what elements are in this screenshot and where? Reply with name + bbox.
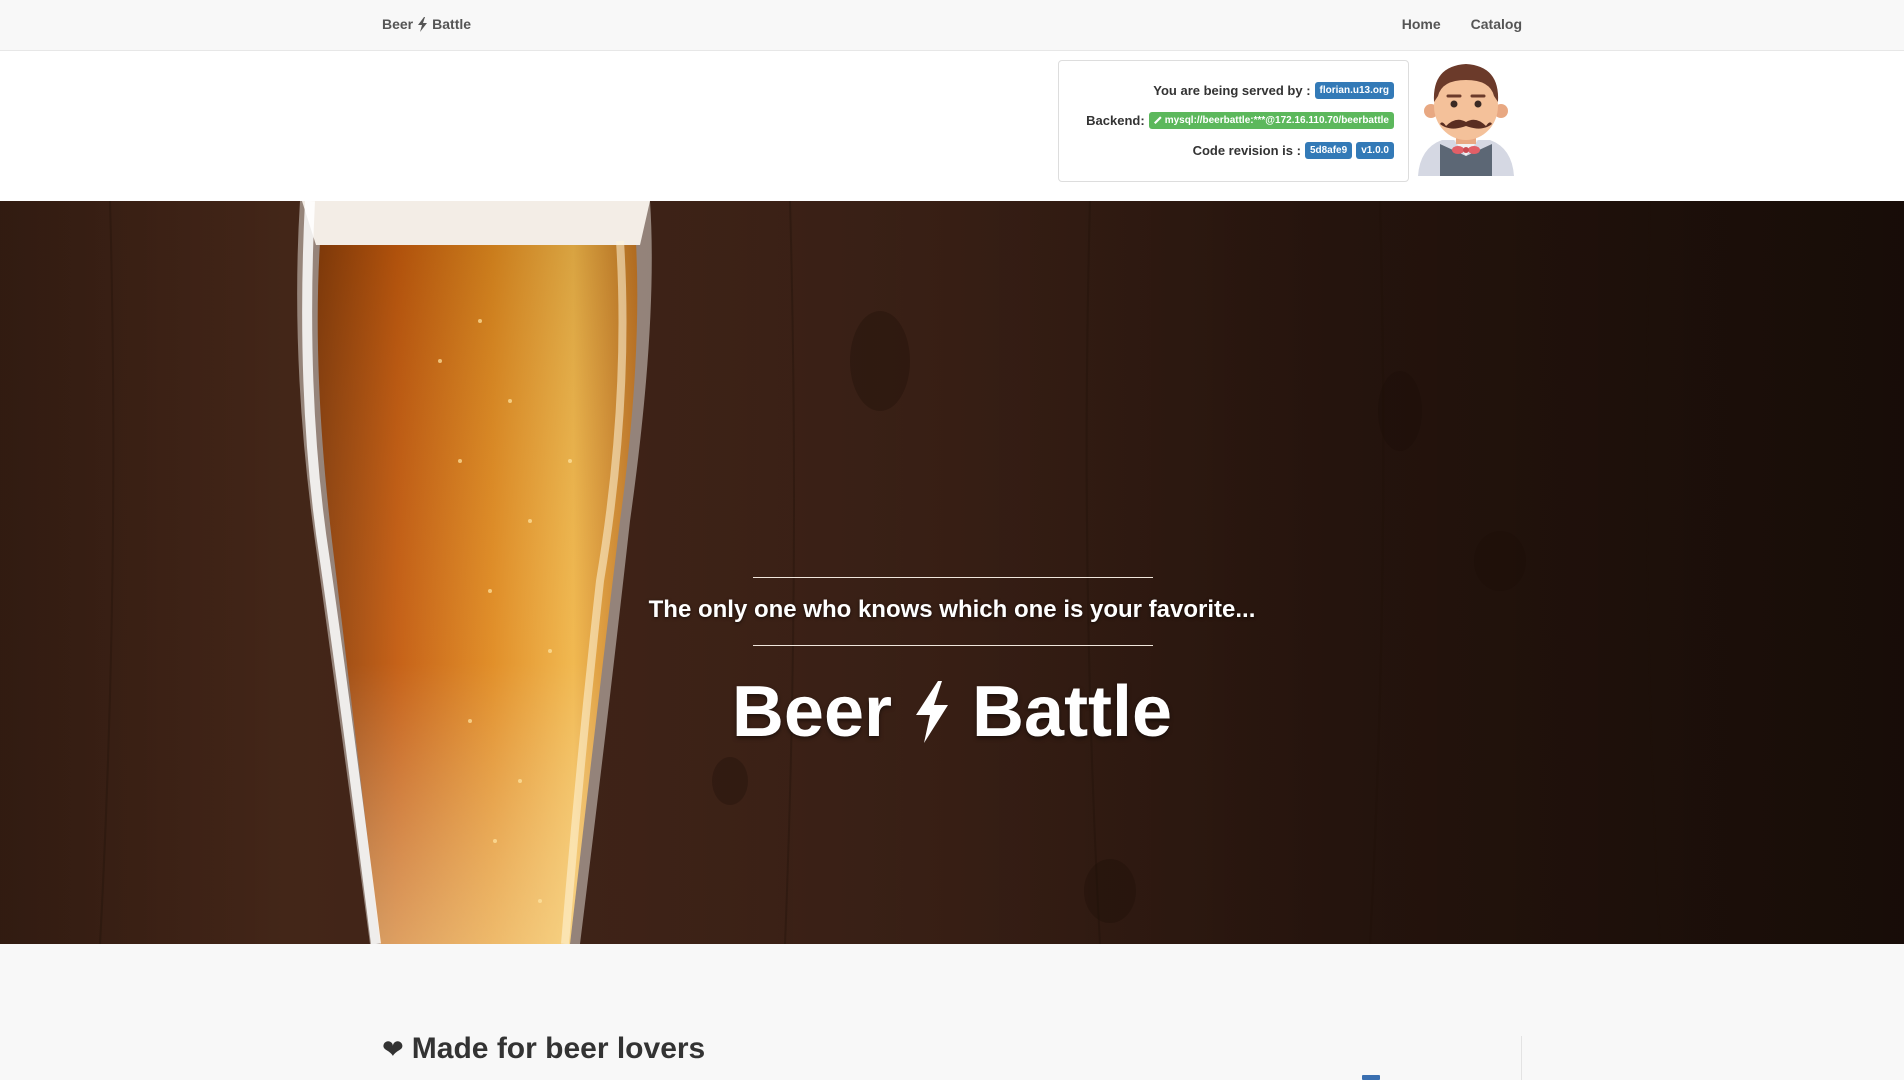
lightning-bolt-icon [916, 681, 949, 743]
backend-label: Backend: [1086, 112, 1145, 128]
revision-version-badge: v1.0.0 [1356, 141, 1394, 159]
served-by-badge: florian.u13.org [1314, 81, 1394, 99]
hero-divider-bottom [753, 645, 1153, 646]
brand-link[interactable]: Beer Battle [382, 16, 471, 32]
beer-glass-image [297, 201, 652, 944]
revision-label: Code revision is : [1192, 142, 1301, 158]
nav-home-link[interactable]: Home [1402, 16, 1441, 32]
section-title: ❤ Made for beer lovers [382, 1032, 705, 1066]
hero-title-left: Beer [731, 672, 893, 752]
brand-text-left: Beer [382, 16, 414, 32]
server-info-panel: You are being served by : florian.u13.or… [1058, 60, 1409, 182]
features-section [0, 944, 1904, 1080]
wrench-icon [1153, 115, 1162, 124]
hero-title: Beer Battle [0, 671, 1904, 753]
column-divider [1521, 1036, 1522, 1080]
hero-divider-top [753, 577, 1153, 578]
revision-row: Code revision is : 5d8afe9 v1.0.0 [1073, 135, 1394, 165]
backend-badge: mysql://beerbattle:***@172.16.110.70/bee… [1148, 111, 1394, 129]
section-title-text: Made for beer lovers [411, 1032, 706, 1065]
nav-catalog-link[interactable]: Catalog [1471, 16, 1522, 32]
nav-links: Home Catalog [1402, 16, 1522, 32]
bartender-avatar [1418, 64, 1514, 176]
backend-value: mysql://beerbattle:***@172.16.110.70/bee… [1164, 114, 1389, 126]
revision-hash-badge: 5d8afe9 [1304, 141, 1353, 159]
lightning-bolt-icon [418, 16, 428, 32]
heart-icon: ❤ [382, 1033, 404, 1064]
hero-banner: Beer Battle The only one who knows which… [0, 201, 1904, 944]
partial-image-edge [1362, 1075, 1380, 1080]
navbar: Beer Battle Home Catalog [0, 0, 1904, 51]
brand-text-right: Battle [432, 16, 472, 32]
backend-row: Backend: mysql://beerbattle:***@172.16.1… [1073, 105, 1394, 135]
served-by-label: You are being served by : [1153, 82, 1311, 98]
served-by-row: You are being served by : florian.u13.or… [1073, 75, 1394, 105]
hero-subtitle: The only one who knows which one is your… [648, 596, 1256, 623]
hero-title-right: Battle [972, 672, 1173, 752]
